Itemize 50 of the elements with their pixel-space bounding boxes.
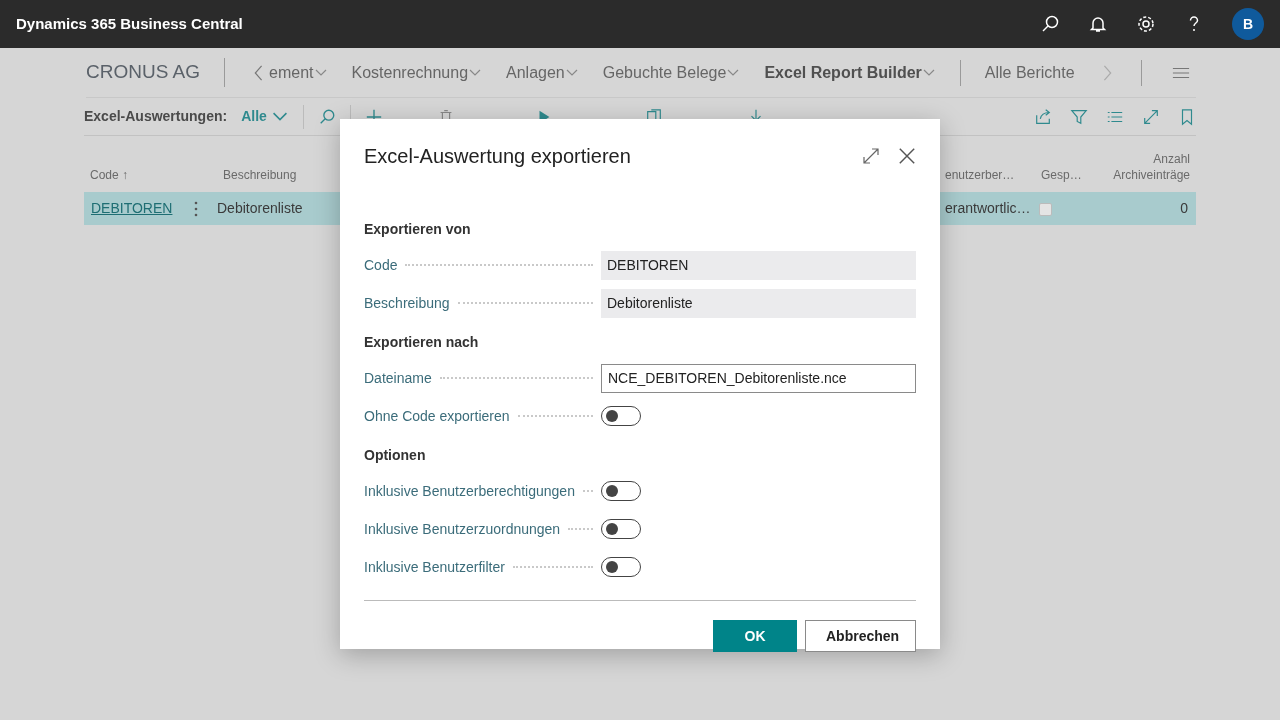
dialog-title: Excel-Auswertung exportieren [364, 144, 631, 169]
column-header[interactable]: Beschreibung [223, 168, 297, 182]
cancel-button[interactable]: Abbrechen [805, 620, 916, 652]
toggle-switch[interactable] [601, 481, 641, 501]
input-field[interactable]: NCE_DEBITOREN_Debitorenliste.nce [601, 363, 916, 393]
more-icon[interactable] [194, 199, 198, 218]
search-icon[interactable] [1040, 14, 1060, 34]
expand-icon[interactable] [862, 147, 880, 165]
field-label: Code [364, 255, 398, 275]
settings-icon[interactable] [1136, 14, 1156, 34]
company-name[interactable]: CRONUS AG [86, 58, 226, 87]
nav-menu-item[interactable]: Excel Report Builder [764, 60, 922, 85]
table-cell[interactable]: DEBITOREN [91, 200, 173, 216]
nav-menu-item[interactable]: Kostenrechnung [351, 60, 469, 85]
table-cell: Debitorenliste [217, 200, 303, 216]
expand-icon[interactable] [1142, 107, 1160, 126]
section-heading: Exportieren von [364, 220, 472, 239]
field-label: Dateiname [364, 368, 432, 388]
column-header[interactable]: Code ↑ [90, 168, 129, 182]
field-label: Ohne Code exportieren [364, 406, 510, 426]
filter-icon[interactable] [1070, 107, 1088, 126]
toggle-switch[interactable] [601, 557, 641, 577]
readonly-field: Debitorenliste [601, 288, 916, 318]
field-label: Beschreibung [364, 293, 450, 313]
field-label: Inklusive Benutzerzuordnungen [364, 519, 561, 539]
field-label: Inklusive Benutzerberechtigungen [364, 481, 575, 501]
list-title: Excel-Auswertungen: [84, 107, 228, 126]
section-heading: Exportieren nach [364, 333, 480, 352]
app-title: Dynamics 365 Business Central [16, 13, 243, 34]
ok-button[interactable]: OK [713, 620, 797, 652]
section-heading: Optionen [364, 446, 427, 465]
field-label: Inklusive Benutzerfilter [364, 557, 505, 577]
filter-link[interactable]: Alle [241, 106, 267, 127]
table-cell: erantwortlic… [945, 200, 1031, 216]
nav-menu-item[interactable]: ement [269, 60, 314, 85]
nav-menu-item[interactable]: Alle Berichte [984, 60, 1075, 85]
toggle-switch[interactable] [601, 519, 641, 539]
nav-menu-item[interactable]: Anlagen [506, 60, 565, 85]
toggle-switch[interactable] [601, 406, 641, 426]
readonly-field: DEBITOREN [601, 250, 916, 280]
close-icon[interactable] [898, 147, 916, 165]
bell-icon[interactable] [1088, 14, 1108, 34]
share-icon[interactable] [1034, 107, 1052, 126]
nav-menu-item[interactable]: Gebuchte Belege [602, 60, 727, 85]
column-header[interactable]: Gesp… [1041, 168, 1082, 182]
table-cell: 0 [1180, 200, 1188, 216]
column-header[interactable]: enutzerber… [945, 168, 1015, 182]
user-avatar[interactable]: B [1232, 8, 1264, 40]
checkbox[interactable] [1039, 202, 1052, 216]
column-header[interactable]: Anzahl Archiveinträge [1100, 152, 1190, 184]
